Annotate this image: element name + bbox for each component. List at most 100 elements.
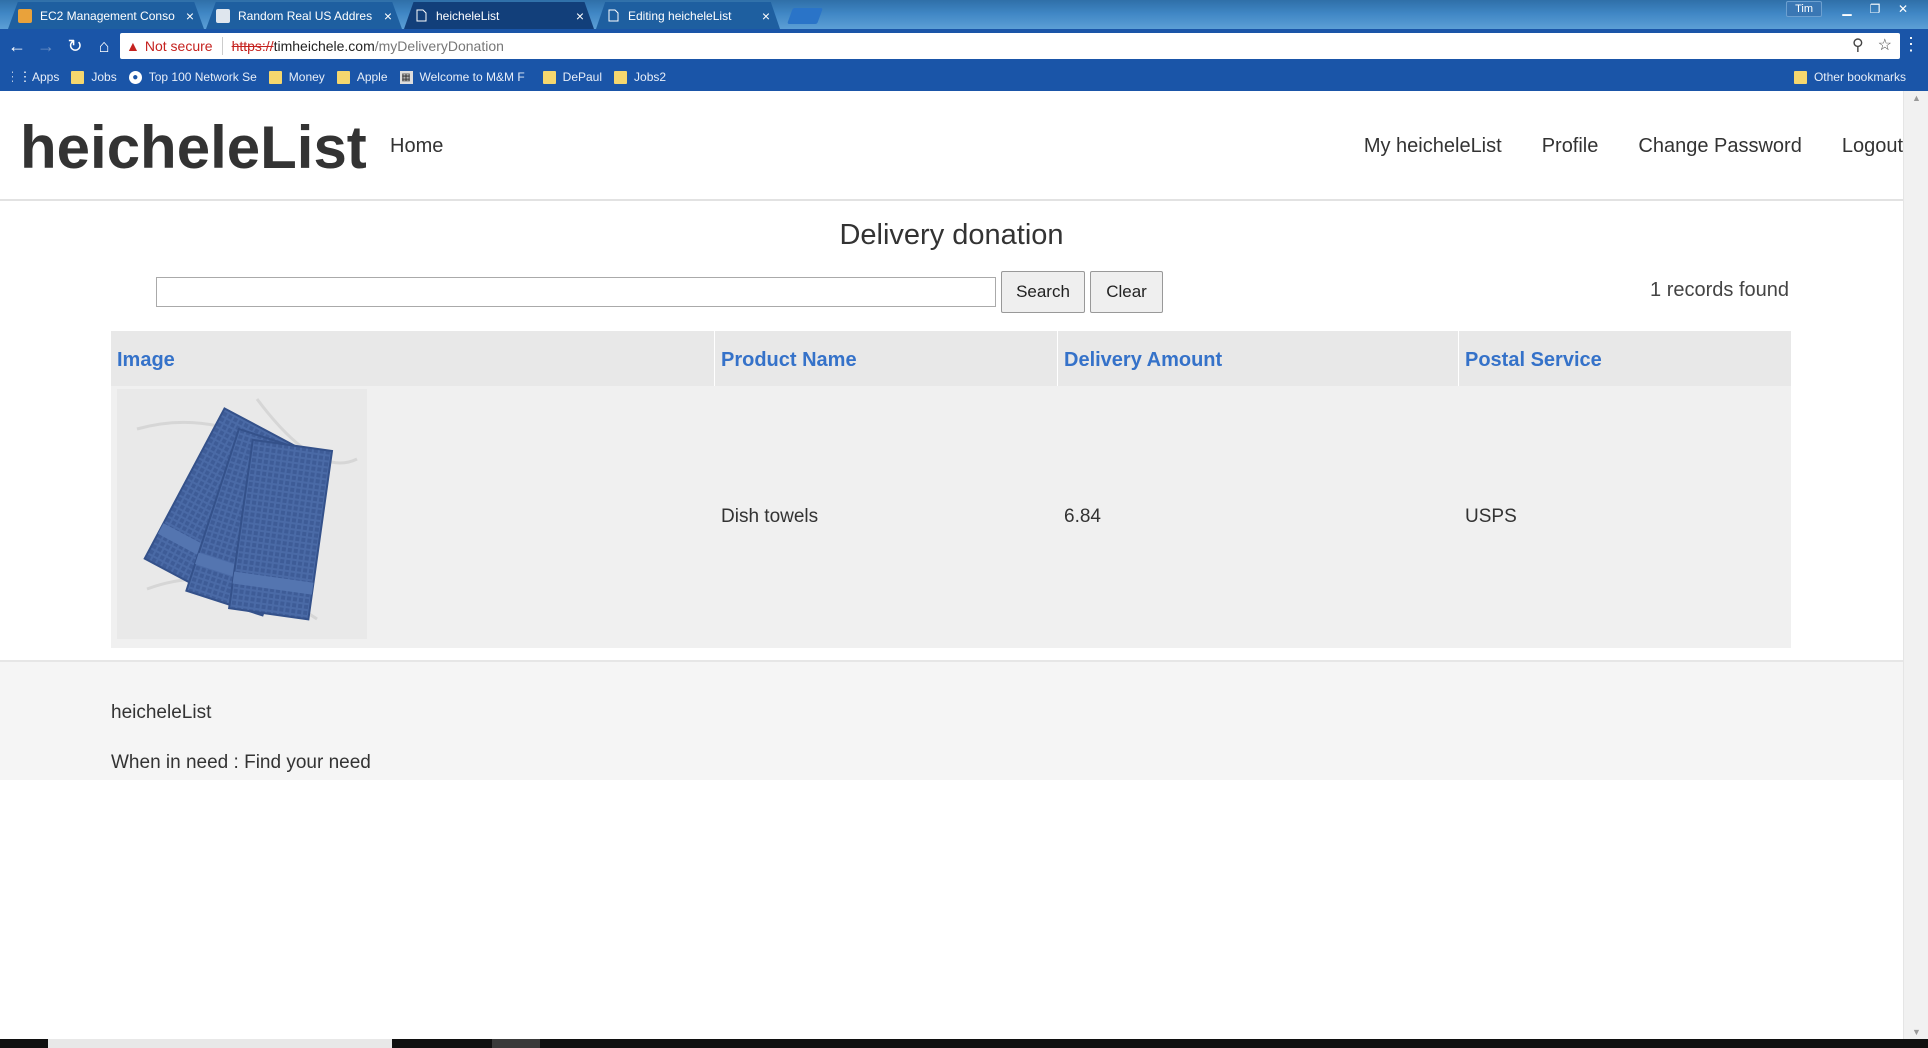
folder-icon (71, 70, 85, 84)
column-header-image[interactable]: Image (111, 331, 715, 386)
divider (221, 37, 223, 55)
site-icon: ▦ (399, 70, 413, 84)
bookmark-jobs2[interactable]: Jobs2 (614, 70, 666, 84)
bookmark-label: Apple (356, 70, 388, 84)
tab-ec2-console[interactable]: EC2 Management Conso × (8, 2, 204, 29)
document-icon (414, 9, 428, 23)
dish-towels-image (117, 389, 367, 639)
nav-change-password[interactable]: Change Password (1638, 135, 1801, 158)
browser-toolbar: ← → ↻ ⌂ ▲ Not secure https:// timheichel… (0, 29, 1928, 63)
bookmark-jobs[interactable]: Jobs (71, 70, 117, 84)
tab-title: Editing heicheleList (628, 8, 732, 23)
nav-profile[interactable]: Profile (1542, 135, 1599, 158)
url-host: timheichele.com (273, 38, 375, 54)
box-icon (18, 8, 32, 23)
tab-editing-heichelelist[interactable]: Editing heicheleList × (596, 2, 780, 29)
bookmark-label: Apps (32, 70, 60, 84)
bookmark-label: Other bookmarks (1813, 70, 1906, 84)
browser-tab-strip: EC2 Management Conso × Random Real US Ad… (0, 0, 1928, 29)
search-button[interactable]: Search (1001, 271, 1085, 313)
postal-service-cell: USPS (1465, 506, 1517, 527)
back-icon[interactable]: ← (5, 34, 29, 58)
tab-title: heicheleList (436, 8, 500, 23)
folder-icon (614, 70, 628, 84)
other-bookmarks[interactable]: Other bookmarks (1793, 70, 1906, 84)
tab-heichelelist[interactable]: heicheleList × (404, 2, 594, 29)
nav-my-heichelelist[interactable]: My heicheleList (1364, 135, 1502, 158)
apps-grid-icon: ⋮⋮ (12, 70, 32, 84)
bookmark-money[interactable]: Money (268, 70, 325, 84)
bookmark-welcome[interactable]: ▦ Welcome to M&M F (399, 70, 525, 84)
os-taskbar (0, 1039, 1928, 1048)
site-footer: heicheleList When in need : Find your ne… (0, 660, 1903, 780)
url-path: /myDeliveryDonation (374, 38, 504, 54)
bookmark-label: Jobs (91, 70, 117, 84)
tab-title: EC2 Management Conso (40, 8, 175, 23)
home-icon[interactable]: ⌂ (92, 34, 116, 58)
folder-icon (542, 70, 556, 84)
bookmark-label: Welcome to M&M F (419, 70, 525, 84)
image-cell (111, 386, 715, 648)
url-scheme: https:// (231, 38, 274, 54)
bookmark-apple[interactable]: Apple (336, 70, 388, 84)
folder-icon (336, 70, 350, 84)
taskbar-search[interactable] (48, 1039, 392, 1048)
nav-logout[interactable]: Logout (1842, 135, 1903, 158)
reload-icon[interactable]: ↻ (63, 34, 87, 58)
window-controls: Tim ▁ ❐ ✕ (1786, 0, 1916, 18)
minimize-icon[interactable]: ▁ (1834, 0, 1860, 18)
table-header: Image Product Name Delivery Amount Posta… (111, 331, 1791, 386)
page-title: Delivery donation (839, 219, 1064, 251)
footer-brand: heicheleList (111, 702, 212, 723)
tab-random-address[interactable]: Random Real US Addres × (206, 2, 402, 29)
close-icon[interactable]: × (762, 8, 770, 24)
bookmarks-bar: ⋮⋮ Apps Jobs ● Top 100 Network Se Money … (0, 63, 1928, 91)
security-label[interactable]: Not secure (145, 38, 213, 54)
nav-right: My heicheleList Profile Change Password … (1364, 135, 1903, 158)
bookmark-apps[interactable]: ⋮⋮ Apps (12, 70, 59, 84)
delivery-amount-cell: 6.84 (1064, 506, 1101, 527)
column-header-delivery-amount[interactable]: Delivery Amount (1058, 331, 1459, 386)
records-count: 1 records found (1650, 279, 1789, 301)
restore-icon[interactable]: ❐ (1862, 0, 1888, 18)
bookmark-label: Top 100 Network Se (148, 70, 257, 84)
address-bar[interactable]: ▲ Not secure https:// timheichele.com /m… (120, 33, 1900, 59)
clear-button[interactable]: Clear (1090, 271, 1163, 313)
site-icon: ● (128, 70, 142, 84)
close-icon[interactable]: × (186, 8, 194, 24)
donation-table: Image Product Name Delivery Amount Posta… (111, 331, 1791, 648)
column-header-postal-service[interactable]: Postal Service (1459, 331, 1791, 386)
page-content: heicheleList Home My heicheleList Profil… (0, 91, 1903, 1039)
bookmark-label: Jobs2 (634, 70, 667, 84)
taskbar-item[interactable] (492, 1039, 540, 1048)
warning-icon: ▲ (126, 38, 140, 54)
scroll-up-icon[interactable]: ▲ (1912, 93, 1921, 103)
bookmark-label: DePaul (562, 70, 603, 84)
bookmark-depaul[interactable]: DePaul (542, 70, 603, 84)
close-window-icon[interactable]: ✕ (1890, 0, 1916, 18)
table-row[interactable]: Dish towels 6.84 USPS (111, 386, 1791, 648)
close-icon[interactable]: × (384, 8, 392, 24)
bookmark-top100[interactable]: ● Top 100 Network Se (128, 70, 257, 84)
product-name-cell: Dish towels (721, 506, 819, 527)
menu-icon[interactable]: ⋮ (1902, 34, 1920, 55)
page-icon (216, 8, 230, 23)
forward-icon[interactable]: → (34, 34, 58, 58)
star-icon[interactable]: ☆ (1878, 35, 1892, 55)
bookmark-label: Money (288, 70, 325, 84)
scrollbar[interactable]: ▲ ▼ (1903, 91, 1928, 1039)
document-icon (606, 9, 620, 23)
site-logo[interactable]: heicheleList (20, 113, 367, 182)
new-tab-button[interactable] (787, 8, 823, 24)
tab-title: Random Real US Addres (238, 8, 373, 23)
close-icon[interactable]: × (576, 8, 584, 24)
scroll-down-icon[interactable]: ▼ (1912, 1027, 1921, 1037)
nav-home[interactable]: Home (390, 135, 443, 158)
site-header: heicheleList Home My heicheleList Profil… (0, 91, 1903, 201)
zoom-icon[interactable]: ⚲ (1852, 35, 1864, 55)
folder-icon (268, 70, 282, 84)
search-input[interactable] (156, 277, 996, 307)
folder-icon (1793, 70, 1807, 84)
profile-button[interactable]: Tim (1786, 1, 1822, 17)
column-header-product-name[interactable]: Product Name (715, 331, 1058, 386)
